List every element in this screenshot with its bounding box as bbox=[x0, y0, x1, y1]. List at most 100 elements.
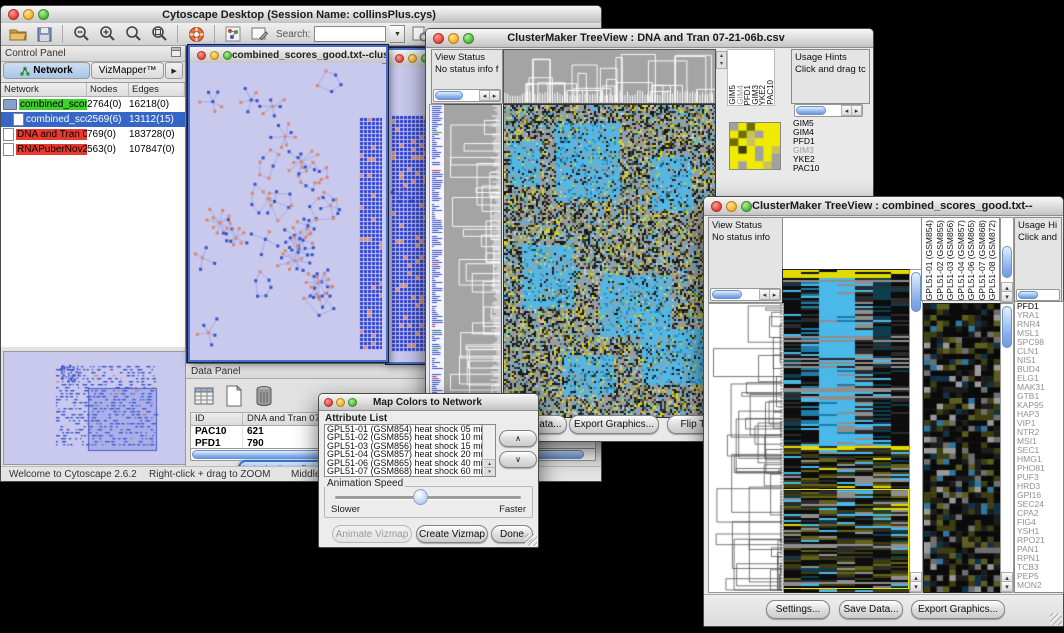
attribute-list[interactable]: GPL51-01 (GSM854) heat shock 05 minGPL51… bbox=[324, 424, 496, 477]
scroll-thumb[interactable] bbox=[712, 290, 742, 299]
minimize-button[interactable] bbox=[408, 54, 417, 63]
speed-slider-thumb[interactable] bbox=[413, 489, 428, 505]
map-colors-dialog: Map Colors to Network Attribute List GPL… bbox=[318, 393, 539, 548]
dendro-scroll-arrows[interactable]: ▴▾ bbox=[716, 51, 727, 69]
column-dendrogram-area[interactable] bbox=[782, 217, 922, 271]
document-icon bbox=[3, 128, 14, 141]
network-table-row[interactable]: combined_sco2569(6)13112(15) bbox=[1, 112, 185, 127]
zoom-button[interactable] bbox=[223, 51, 232, 60]
birdseye-view-canvas[interactable] bbox=[3, 351, 186, 465]
export-graphics-button[interactable]: Export Graphics... bbox=[569, 415, 659, 434]
minimize-button[interactable] bbox=[726, 201, 737, 212]
network-table-row[interactable]: RNAPuberNov2+563(0)107847(0) bbox=[1, 142, 185, 157]
close-button[interactable] bbox=[324, 398, 333, 407]
scroll-right-arrow[interactable]: ▸ bbox=[489, 90, 500, 101]
treeview2-title: ClusterMaker TreeView : combined_scores_… bbox=[752, 200, 1033, 212]
move-down-button[interactable]: ∨ bbox=[499, 451, 537, 468]
resize-grip[interactable] bbox=[525, 534, 537, 546]
save-data-button[interactable]: Save Data... bbox=[839, 600, 903, 619]
usage-hints-panel: Usage Hi Click and bbox=[1014, 217, 1062, 303]
row-dendrogram-canvas[interactable] bbox=[444, 104, 502, 418]
tab-overflow-arrow[interactable]: ▶ bbox=[165, 62, 183, 79]
scroll-right-arrow[interactable]: ▸ bbox=[851, 105, 862, 116]
scroll-right-arrow[interactable]: ▸ bbox=[769, 289, 780, 300]
heatmap-vscrollbar[interactable]: ▴ ▾ bbox=[909, 269, 923, 593]
network-table-row[interactable]: DNA and Tran 07769(0)183728(0) bbox=[1, 127, 185, 142]
usage-hints-scrollbar[interactable] bbox=[1016, 289, 1060, 301]
scroll-down-arrow[interactable]: ▾ bbox=[1001, 581, 1013, 592]
network-table-row[interactable]: combined_scores2764(0)16218(0) bbox=[1, 97, 185, 112]
zoom-in-icon[interactable] bbox=[96, 25, 118, 44]
move-up-button[interactable]: ∧ bbox=[499, 430, 537, 447]
tab-vizmapper[interactable]: VizMapper™ bbox=[91, 62, 164, 79]
scroll-thumb[interactable] bbox=[1002, 246, 1012, 278]
settings-button[interactable]: Settings... bbox=[766, 600, 830, 619]
control-panel-title: Control Panel bbox=[5, 48, 66, 59]
attribute-list-item[interactable]: GPL51-07 (GSM868) heat shock 60 min bbox=[325, 467, 495, 475]
scroll-down-arrow[interactable]: ▾ bbox=[484, 467, 495, 476]
minimize-button[interactable] bbox=[23, 9, 34, 20]
annotation-icon[interactable] bbox=[248, 25, 270, 44]
save-icon[interactable] bbox=[33, 25, 55, 44]
attribute-list-label: Attribute List bbox=[325, 413, 387, 424]
attribute-list-scrollbar[interactable]: ▴ ▾ bbox=[482, 425, 495, 476]
zoom-out-icon[interactable] bbox=[70, 25, 92, 44]
animate-vizmap-button[interactable]: Animate Vizmap bbox=[332, 525, 412, 543]
zoom-button[interactable] bbox=[348, 398, 357, 407]
gene-label-list: PFD1YRA1RNR4MSL1SPC98CLN1NIS1BUD4ELG1MAK… bbox=[1014, 301, 1064, 593]
select-attributes-icon[interactable] bbox=[192, 384, 216, 408]
close-button[interactable] bbox=[433, 33, 444, 44]
scroll-thumb[interactable] bbox=[911, 272, 921, 312]
network-name: combined_scores bbox=[19, 99, 87, 110]
tab-network[interactable]: Network bbox=[3, 62, 90, 79]
gene-row-label[interactable]: PAC10 bbox=[793, 164, 819, 173]
close-button[interactable] bbox=[8, 9, 19, 20]
row-dendrogram-canvas[interactable] bbox=[708, 303, 784, 593]
speed-slider-track[interactable] bbox=[335, 496, 521, 499]
scroll-down-arrow[interactable]: ▾ bbox=[910, 581, 922, 592]
array-column-label: GPL51-02 (GSM855) bbox=[935, 220, 946, 300]
view-status-scrollbar[interactable]: ◂ ▸ bbox=[433, 89, 501, 102]
new-attribute-icon[interactable] bbox=[222, 384, 246, 408]
zoom-button[interactable] bbox=[741, 201, 752, 212]
vizmap-node-icon[interactable] bbox=[222, 25, 244, 44]
delete-attribute-icon[interactable] bbox=[252, 384, 276, 408]
create-vizmap-button[interactable]: Create Vizmap bbox=[416, 525, 488, 543]
scroll-down-arrow[interactable]: ▾ bbox=[1001, 291, 1013, 302]
zoom-fit-icon[interactable] bbox=[122, 25, 144, 44]
zoom-button[interactable] bbox=[463, 33, 474, 44]
zoom-vscrollbar[interactable]: ▴ ▾ bbox=[1000, 303, 1014, 593]
scroll-thumb[interactable] bbox=[483, 425, 495, 449]
view-status-scrollbar[interactable]: ◂ ▸ bbox=[710, 288, 781, 301]
close-button[interactable] bbox=[197, 51, 206, 60]
desktop: Cytoscape Desktop (Session Name: collins… bbox=[0, 0, 1064, 633]
labels-vscrollbar[interactable]: ▴ ▾ bbox=[1000, 217, 1014, 303]
minimize-button[interactable] bbox=[448, 33, 459, 44]
usage-hints-scrollbar[interactable]: ◂ ▸ bbox=[794, 104, 863, 117]
minimize-button[interactable] bbox=[336, 398, 345, 407]
open-file-icon[interactable] bbox=[7, 25, 29, 44]
column-dendrogram-canvas[interactable] bbox=[503, 49, 716, 104]
global-heatmap-canvas[interactable] bbox=[503, 104, 716, 418]
scroll-thumb[interactable] bbox=[1018, 291, 1038, 299]
network-view-canvas[interactable] bbox=[190, 63, 382, 356]
float-panel-icon[interactable] bbox=[171, 47, 181, 60]
zoom-button[interactable] bbox=[38, 9, 49, 20]
gene-label[interactable]: MON2 bbox=[1017, 581, 1063, 590]
help-icon[interactable] bbox=[185, 25, 207, 44]
scroll-thumb[interactable] bbox=[796, 106, 826, 115]
close-button[interactable] bbox=[711, 201, 722, 212]
export-graphics-button[interactable]: Export Graphics... bbox=[911, 600, 1005, 619]
zoom-selected-icon[interactable] bbox=[148, 25, 170, 44]
search-dropdown-arrow[interactable]: ▼ bbox=[390, 25, 405, 43]
resize-grip[interactable] bbox=[1050, 613, 1062, 625]
zoom-heatmap-canvas[interactable] bbox=[729, 122, 781, 170]
minimize-button[interactable] bbox=[210, 51, 219, 60]
close-button[interactable] bbox=[395, 54, 404, 63]
scroll-thumb[interactable] bbox=[1002, 306, 1012, 348]
faster-label: Faster bbox=[499, 504, 526, 515]
search-input[interactable] bbox=[314, 26, 386, 42]
col-nodes: Nodes bbox=[87, 83, 129, 96]
scroll-thumb[interactable] bbox=[435, 91, 463, 100]
zoom-heatmap-canvas[interactable] bbox=[923, 303, 1001, 593]
